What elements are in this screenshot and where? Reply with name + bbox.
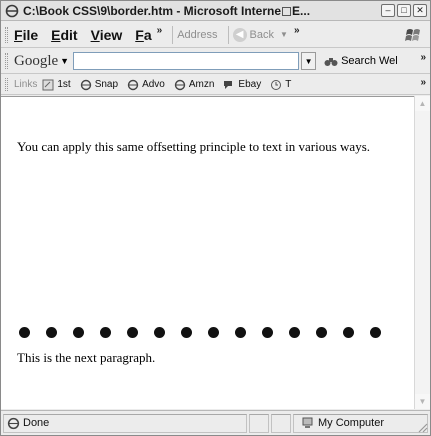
link-ebay[interactable]: Ebay [223,79,261,91]
computer-icon [302,417,313,428]
ie-page-icon [7,417,20,429]
border-dot [262,327,273,338]
google-menu-dropdown-icon[interactable]: ▼ [60,56,69,66]
clock-icon [271,79,282,90]
search-web-button[interactable]: Search Wel [324,55,398,67]
link-1st[interactable]: 1st [42,79,71,91]
window-controls: – □ ✕ [381,4,427,17]
back-arrow-icon: ◀ [232,27,247,42]
page-icon [42,79,54,90]
toolbar-grip[interactable] [5,26,8,43]
status-pane [271,413,291,433]
chevron-up-icon: ▲ [418,99,427,108]
security-zone-label: My Computer [318,417,385,429]
ie-page-icon [127,79,139,90]
security-zone-pane: My Computer [293,413,428,433]
border-dot [316,327,327,338]
links-bar: Links 1st Snap Advo Amzn Ebay T » [1,75,430,95]
back-label: Back [249,28,275,41]
maximize-icon: □ [401,5,407,15]
border-dot [19,327,30,338]
border-dot [127,327,138,338]
status-pane [249,413,269,433]
toolbar-separator [172,25,174,44]
status-bar: Done My Computer [1,410,430,435]
ie-small-icon [282,6,292,16]
minimize-icon: – [385,5,391,15]
close-icon: ✕ [416,5,424,15]
links-label: Links [14,79,38,90]
vertical-scrollbar[interactable]: ▲ ▼ [414,96,430,409]
chevron-down-icon: ▼ [304,56,313,66]
border-dot [46,327,57,338]
title-bar: C:\Book CSS\9\border.htm - Microsoft Int… [1,1,430,21]
windows-flag-icon [405,29,420,41]
links-overflow-chevron-icon[interactable]: » [420,77,426,88]
chevron-down-icon: ▼ [418,397,427,406]
google-toolbar: Google ▼ ▼ Search Wel » [1,49,430,74]
window-title: C:\Book CSS\9\border.htm - Microsoft Int… [23,3,311,18]
toolbar-separator [227,25,229,44]
menu-edit[interactable]: Edit [51,27,77,43]
border-dot [289,327,300,338]
link-t[interactable]: T [270,79,291,91]
paragraph-offset-text: You can apply this same offsetting princ… [17,139,370,154]
google-logo[interactable]: Google [14,53,58,70]
ie-logo-icon [5,4,19,17]
paragraph-next: This is the next paragraph. [17,350,156,365]
browser-window: C:\Book CSS\9\border.htm - Microsoft Int… [0,0,431,436]
back-dropdown-icon[interactable]: ▼ [280,30,288,39]
toolbar-grip[interactable] [5,78,8,91]
status-text: Done [23,417,50,429]
ie-page-icon [174,79,186,90]
border-dot [235,327,246,338]
ie-page-icon [80,79,91,90]
address-label[interactable]: Address [177,29,217,41]
search-history-dropdown-button[interactable]: ▼ [301,52,317,70]
page-content: You can apply this same offsetting princ… [1,96,414,409]
dotted-border-row [19,327,381,338]
search-web-label: Search Wel [341,55,398,67]
border-dot [100,327,111,338]
close-button[interactable]: ✕ [413,4,427,17]
resize-grip-icon[interactable] [416,421,428,433]
minimize-button[interactable]: – [381,4,395,17]
link-advo[interactable]: Advo [127,79,165,91]
back-button[interactable]: ◀ Back ▼ [232,27,288,42]
binoculars-icon [324,58,338,66]
toolbar-grip[interactable] [5,53,8,69]
chat-icon [224,80,233,89]
border-dot [343,327,354,338]
menu-file[interactable]: File [14,27,38,43]
maximize-button[interactable]: □ [397,4,411,17]
border-dot [370,327,381,338]
border-dot [181,327,192,338]
link-snap[interactable]: Snap [80,79,118,91]
menu-overflow-chevron-icon[interactable]: » [157,25,163,36]
border-dot [73,327,84,338]
scroll-up-button[interactable]: ▲ [415,96,430,111]
border-dot [154,327,165,338]
link-amzn[interactable]: Amzn [174,79,214,91]
scroll-down-button[interactable]: ▼ [415,394,430,409]
menu-view[interactable]: View [91,27,123,43]
toolbar-overflow-chevron-icon[interactable]: » [294,25,300,36]
menu-bar: File Edit View Fa » Address ◀ Back ▼ » [1,22,430,48]
status-main-pane: Done [3,413,247,433]
border-dot [208,327,219,338]
google-overflow-chevron-icon[interactable]: » [420,52,426,63]
menu-favorites[interactable]: Fa [135,27,151,43]
google-search-input[interactable] [73,52,300,70]
